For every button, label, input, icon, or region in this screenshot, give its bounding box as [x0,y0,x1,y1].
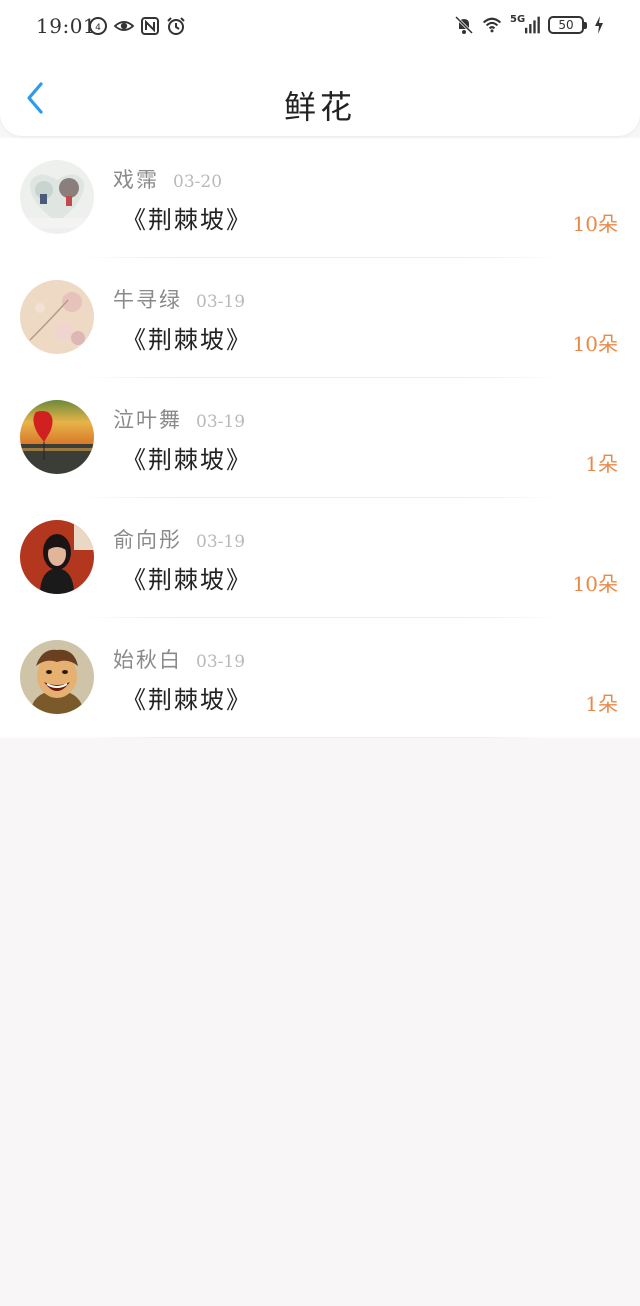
sender-name-text: 俞向彤 [113,528,182,552]
wifi-icon [482,15,502,35]
send-date: 03-19 [196,532,246,552]
avatar[interactable] [20,520,94,594]
avatar[interactable] [20,400,94,474]
flower-count: 10朵 [572,332,618,356]
svg-text:4: 4 [95,23,101,33]
book-title[interactable]: 《荆棘坡》 [122,560,252,595]
sender-name: 俞向彤 03-19 [113,524,245,554]
top-bar: 19:01 4 5G 50 鲜花 [0,0,640,136]
sender-name-text: 泣叶舞 [113,408,182,432]
book-title[interactable]: 《荆棘坡》 [122,320,252,355]
bell-off-icon [454,15,474,35]
sender-name-text: 牛寻绿 [113,288,182,312]
book-title[interactable]: 《荆棘坡》 [122,200,252,235]
signal-icon: 5G [510,13,540,35]
flower-count: 1朵 [585,692,618,716]
send-date: 03-19 [196,412,246,432]
avatar[interactable] [20,280,94,354]
avatar[interactable] [20,640,94,714]
charging-icon [594,15,604,35]
list-item[interactable]: 泣叶舞 03-19 《荆棘坡》 1朵 [0,378,640,498]
list-item[interactable]: 戏霈 03-20 《荆棘坡》 10朵 [0,138,640,258]
flower-count: 1朵 [585,452,618,476]
list-item[interactable]: 俞向彤 03-19 《荆棘坡》 10朵 [0,498,640,618]
sender-name: 牛寻绿 03-19 [113,284,245,314]
list-item[interactable]: 始秋白 03-19 《荆棘坡》 1朵 [0,618,640,738]
eye-icon [114,16,134,36]
send-date: 03-19 [196,292,246,312]
sender-name-text: 戏霈 [113,168,159,192]
battery-icon: 50 [548,16,587,34]
list-item[interactable]: 牛寻绿 03-19 《荆棘坡》 10朵 [0,258,640,378]
nfc-icon [140,16,160,36]
data-saver-icon: 4 [88,16,108,36]
page-title: 鲜花 [283,88,356,126]
send-date: 03-20 [173,172,223,192]
sender-name: 戏霈 03-20 [113,164,222,194]
network-type: 5G [510,13,526,25]
divider [80,737,560,738]
status-right-icons: 5G 50 [454,13,604,35]
book-title[interactable]: 《荆棘坡》 [122,440,252,475]
flower-count: 10朵 [572,212,618,236]
status-left-icons: 4 [88,16,186,36]
flower-list: 戏霈 03-20 《荆棘坡》 10朵 牛寻绿 03-19 《荆棘坡》 10朵 泣… [0,138,640,738]
nav-bar: 鲜花 [0,54,640,136]
sender-name: 泣叶舞 03-19 [113,404,245,434]
avatar[interactable] [20,160,94,234]
alarm-icon [166,16,186,36]
send-date: 03-19 [196,652,246,672]
book-title[interactable]: 《荆棘坡》 [122,680,252,715]
flower-count: 10朵 [572,572,618,596]
sender-name: 始秋白 03-19 [113,644,245,674]
status-bar: 19:01 4 5G 50 [0,0,640,54]
sender-name-text: 始秋白 [113,648,182,672]
